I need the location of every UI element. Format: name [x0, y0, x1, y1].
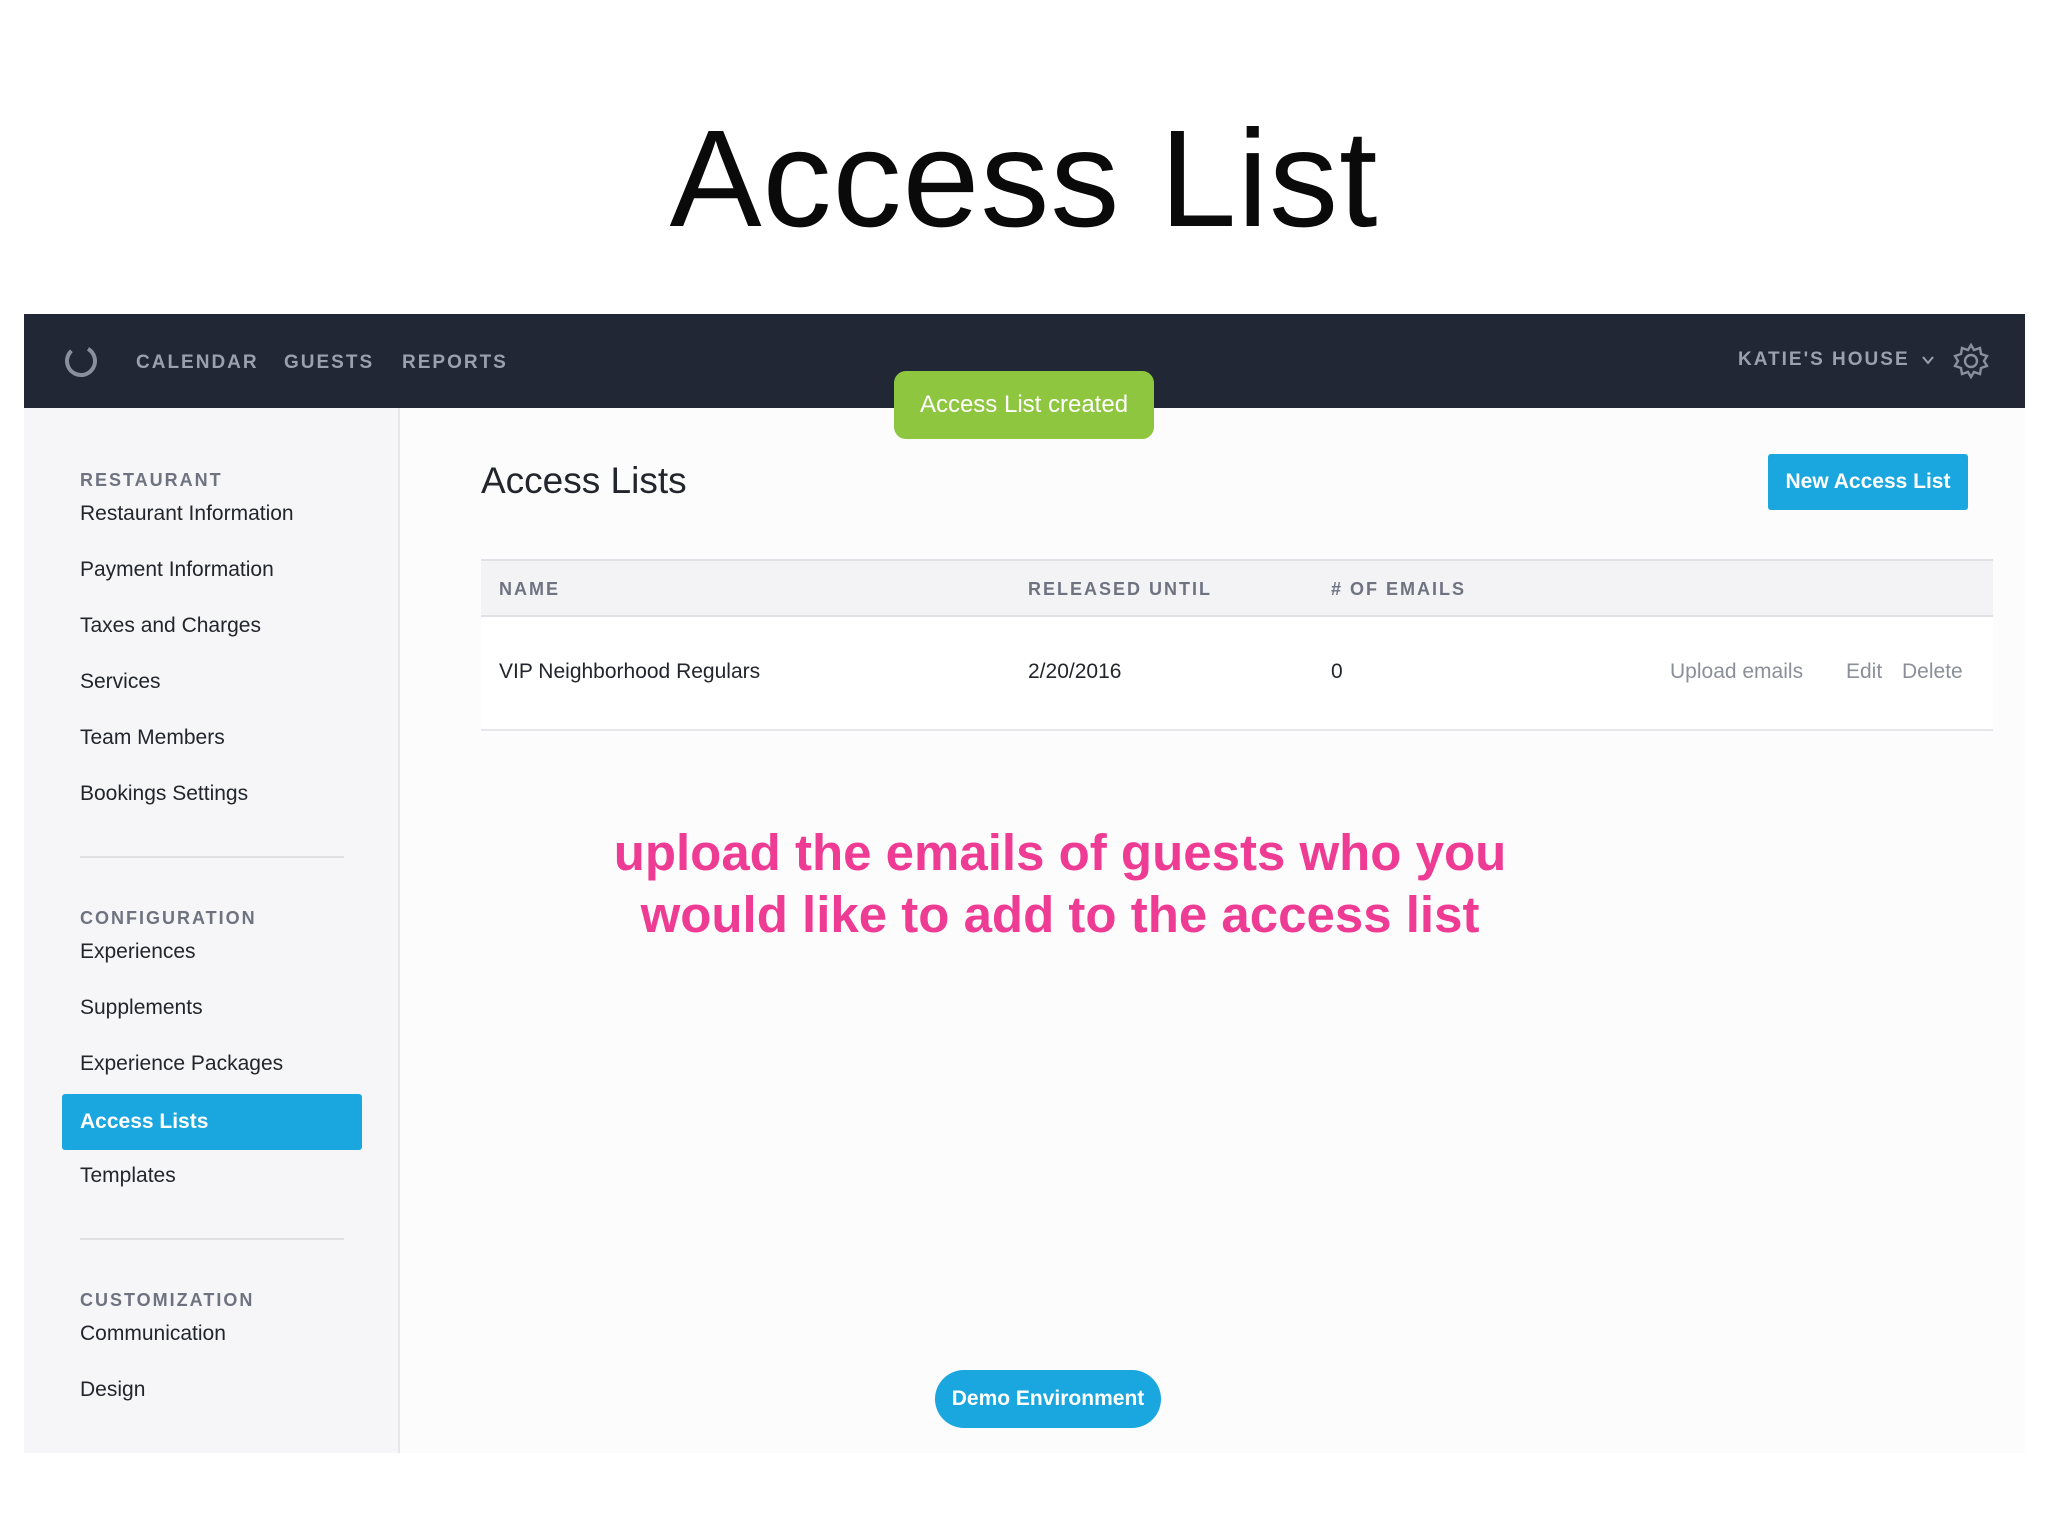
slide-title: Access List: [669, 102, 1379, 256]
sidebar-item-taxes-and-charges[interactable]: Taxes and Charges: [80, 614, 261, 638]
sidebar-item-team-members[interactable]: Team Members: [80, 726, 225, 750]
delete-link[interactable]: Delete: [1902, 660, 1963, 684]
cell-released-until: 2/20/2016: [1028, 660, 1122, 683]
app-window: CALENDAR GUESTS REPORTS KATIE'S HOUSE Ac…: [24, 314, 2025, 1453]
account-menu[interactable]: KATIE'S HOUSE: [1738, 349, 1936, 371]
sidebar-divider: [80, 856, 344, 858]
section-heading-configuration: CONFIGURATION: [80, 908, 257, 928]
chevron-down-icon: [1921, 356, 1934, 365]
sidebar-item-experience-packages[interactable]: Experience Packages: [80, 1052, 283, 1076]
sidebar-item-experiences[interactable]: Experiences: [80, 940, 196, 964]
account-name: KATIE'S HOUSE: [1738, 349, 1910, 370]
gear-icon[interactable]: [1952, 342, 1990, 380]
nav-reports[interactable]: REPORTS: [402, 352, 508, 374]
section-heading-restaurant: RESTAURANT: [80, 470, 223, 490]
table-row: VIP Neighborhood Regulars 2/20/2016 0 Up…: [481, 617, 1993, 731]
cell-email-count: 0: [1331, 660, 1343, 683]
cell-name: VIP Neighborhood Regulars: [499, 660, 761, 683]
table-header: NAME RELEASED UNTIL # OF EMAILS: [481, 559, 1993, 617]
annotation-text: upload the emails of guests who you woul…: [613, 824, 1507, 943]
edit-link[interactable]: Edit: [1846, 660, 1882, 684]
sidebar-item-design[interactable]: Design: [80, 1378, 145, 1402]
new-access-list-button[interactable]: New Access List: [1768, 454, 1968, 510]
sidebar-item-supplements[interactable]: Supplements: [80, 996, 203, 1020]
toast-notification: Access List created: [894, 371, 1154, 439]
column-header-released-until[interactable]: RELEASED UNTIL: [1028, 579, 1212, 600]
sidebar-item-communication[interactable]: Communication: [80, 1322, 226, 1346]
column-header-name[interactable]: NAME: [499, 579, 560, 600]
sidebar: RESTAURANT Restaurant Information Paymen…: [24, 408, 400, 1453]
sidebar-item-restaurant-information[interactable]: Restaurant Information: [80, 502, 294, 526]
column-header-emails[interactable]: # OF EMAILS: [1331, 579, 1466, 600]
page-title: Access Lists: [481, 460, 687, 501]
upload-emails-link[interactable]: Upload emails: [1670, 660, 1803, 684]
logo-ring-icon[interactable]: [62, 342, 100, 380]
nav-guests[interactable]: GUESTS: [284, 352, 374, 374]
demo-environment-button[interactable]: Demo Environment: [935, 1370, 1161, 1428]
sidebar-item-bookings-settings[interactable]: Bookings Settings: [80, 782, 248, 806]
nav-calendar[interactable]: CALENDAR: [136, 352, 259, 374]
sidebar-item-payment-information[interactable]: Payment Information: [80, 558, 274, 582]
sidebar-divider: [80, 1238, 344, 1240]
section-heading-customization: CUSTOMIZATION: [80, 1290, 255, 1310]
main-content: Access Lists New Access List NAME RELEAS…: [400, 408, 2025, 1453]
sidebar-item-templates[interactable]: Templates: [80, 1164, 176, 1188]
sidebar-item-services[interactable]: Services: [80, 670, 161, 694]
sidebar-item-access-lists[interactable]: Access Lists: [62, 1094, 362, 1150]
